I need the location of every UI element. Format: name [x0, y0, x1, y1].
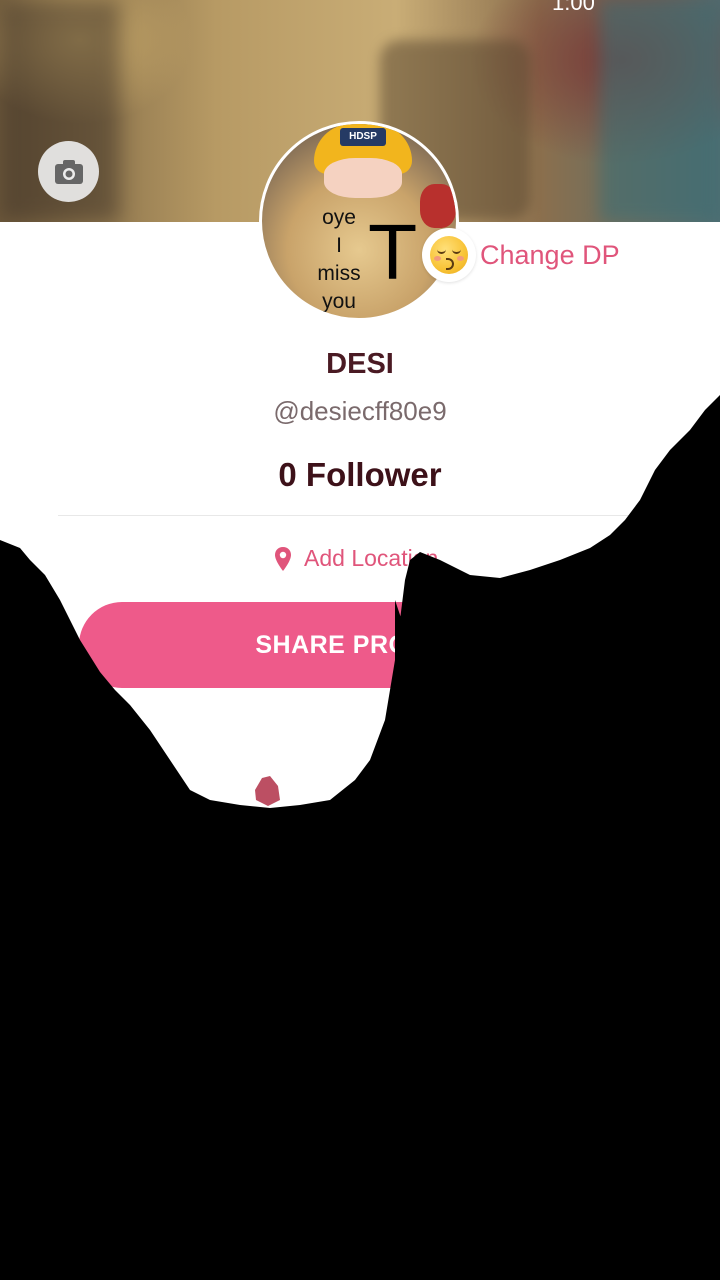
share-profile-button[interactable]: SHARE PROFILE [79, 602, 641, 688]
profile-avatar[interactable]: HDSP oye I miss you T [259, 121, 459, 321]
avatar-red-object [420, 184, 456, 228]
avatar-caption: oye I miss you [304, 204, 374, 316]
avatar-caption-line: miss [317, 262, 361, 285]
change-cover-button[interactable] [38, 141, 99, 202]
divider [58, 515, 662, 516]
status-time: 1:00 [552, 0, 595, 15]
add-location-button[interactable]: Add Location [274, 545, 438, 572]
follower-count[interactable]: 0 Follower [0, 456, 720, 494]
change-dp-label: Change DP [480, 239, 620, 270]
profile-name: DESI [326, 348, 394, 380]
avatar-big-letter: T [370, 211, 416, 297]
map-pin-icon [275, 546, 291, 571]
camera-icon [54, 159, 83, 184]
add-location-label: Add Location [304, 545, 439, 571]
avatar-caption-line: I [336, 234, 342, 257]
avatar-face [324, 158, 402, 198]
kissing-emoji-icon [430, 236, 468, 274]
avatar-caption-line: oye [322, 206, 356, 229]
emoji-bubble [422, 228, 476, 282]
change-dp-button[interactable]: Change DP [422, 228, 620, 282]
profile-handle: @desiecff80e9 [273, 396, 447, 426]
avatar-hat-tag: HDSP [340, 128, 386, 146]
avatar-caption-line: you [322, 290, 356, 313]
cover-blur [600, 0, 720, 222]
